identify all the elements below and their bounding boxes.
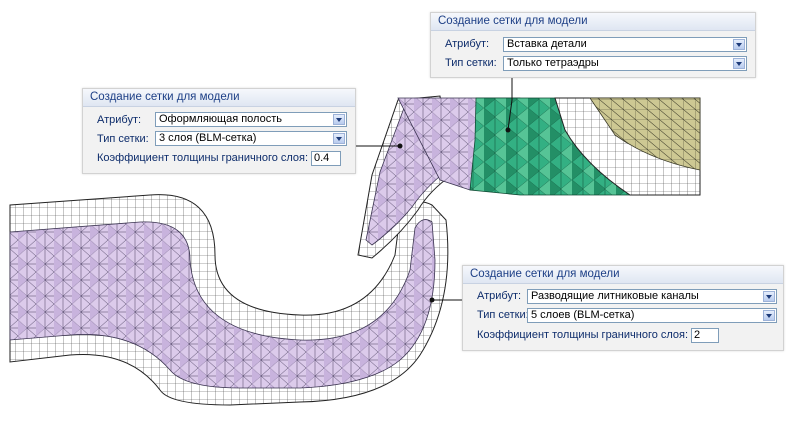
- thickness-input[interactable]: 2: [691, 328, 719, 343]
- mesh-type-select[interactable]: 5 слоев (BLM-сетка): [527, 308, 777, 323]
- thickness-label: Коэффициент толщины граничного слоя:: [477, 329, 689, 341]
- mesh-type-select-value: 5 слоев (BLM-сетка): [531, 309, 635, 321]
- mesh-type-select[interactable]: 3 слоя (BLM-сетка): [155, 131, 347, 146]
- panel-title: Создание сетки для модели: [431, 13, 755, 31]
- mesh-type-label: Тип сетки:: [477, 309, 529, 321]
- mesh-type-label: Тип сетки:: [97, 133, 149, 145]
- callout-dot-left: [397, 143, 403, 149]
- mesh-settings-panel-runners: Создание сетки для модели Атрибут: Разво…: [462, 265, 784, 351]
- callout-dot-bottom: [429, 297, 435, 303]
- attribute-select-value: Разводящие литниковые каналы: [531, 290, 699, 302]
- callout-dot-top: [505, 127, 511, 133]
- attribute-select[interactable]: Оформляющая полость: [155, 112, 347, 127]
- attribute-select[interactable]: Вставка детали: [503, 37, 747, 52]
- attribute-select[interactable]: Разводящие литниковые каналы: [527, 289, 777, 304]
- chevron-down-icon[interactable]: [733, 39, 745, 50]
- attribute-label: Атрибут:: [445, 38, 490, 50]
- attribute-select-value: Оформляющая полость: [159, 113, 282, 125]
- mesh-settings-panel-cavity: Создание сетки для модели Атрибут: Оформ…: [82, 88, 356, 174]
- attribute-label: Атрибут:: [97, 114, 142, 126]
- attribute-select-value: Вставка детали: [507, 38, 587, 50]
- mesh-type-select[interactable]: Только тетраэдры: [503, 56, 747, 71]
- attribute-label: Атрибут:: [477, 290, 522, 302]
- chevron-down-icon[interactable]: [733, 58, 745, 69]
- mesh-type-label: Тип сетки:: [445, 57, 497, 69]
- thickness-input[interactable]: 0.4: [311, 151, 341, 166]
- mesh-settings-panel-insert: Создание сетки для модели Атрибут: Встав…: [430, 12, 756, 78]
- mesh-type-select-value: Только тетраэдры: [507, 57, 599, 69]
- chevron-down-icon[interactable]: [333, 114, 345, 125]
- thickness-label: Коэффициент толщины граничного слоя:: [97, 152, 309, 164]
- chevron-down-icon[interactable]: [763, 291, 775, 302]
- panel-title: Создание сетки для модели: [83, 89, 355, 107]
- panel-title: Создание сетки для модели: [463, 266, 783, 284]
- mesh-type-select-value: 3 слоя (BLM-сетка): [159, 132, 257, 144]
- chevron-down-icon[interactable]: [763, 310, 775, 321]
- chevron-down-icon[interactable]: [333, 133, 345, 144]
